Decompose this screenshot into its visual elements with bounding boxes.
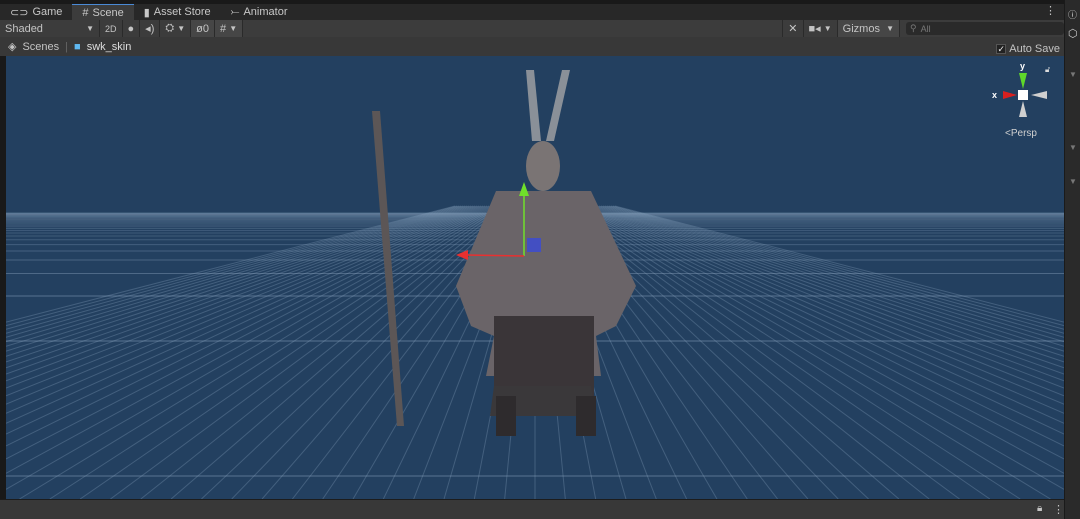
gizmos-dropdown[interactable]: Gizmos ▼	[837, 20, 900, 37]
staff-object	[372, 111, 404, 426]
lock-icon[interactable]: 🔓︎	[1045, 65, 1050, 75]
tab-asset-store[interactable]: ▮ Asset Store	[134, 4, 221, 20]
search-icon: ⚲	[910, 23, 917, 33]
character-model	[456, 70, 636, 436]
more-menu-icon[interactable]: ⋮	[1045, 4, 1064, 20]
breadcrumb-scenes[interactable]: Scenes	[22, 41, 59, 53]
tab-label: Game	[32, 6, 63, 18]
expand-arrow-icon[interactable]: ▼	[1069, 70, 1077, 79]
cube-icon[interactable]: ⬡	[1068, 27, 1080, 40]
inspector-strip: ⓘ ⬡ ▼ ▼ ▼	[1064, 0, 1080, 519]
scene-objects	[372, 70, 636, 436]
scene-toolbar: Shaded ▼ 2D ● ◂) ⛭ ▼ ø0 # ▼ ✕ ■◂ ▼ Gizmos…	[0, 20, 1064, 37]
chevron-down-icon: ▼	[886, 24, 894, 33]
2d-label: 2D	[105, 23, 117, 34]
tab-scene[interactable]: # Scene	[72, 4, 134, 20]
camera-dropdown[interactable]: ■◂ ▼	[804, 20, 838, 37]
tab-label: Animator	[243, 6, 288, 18]
effects-toggle[interactable]: ⛭ ▼	[160, 20, 192, 37]
bag-icon: ▮	[143, 6, 150, 19]
tab-bar: ⊂⊃ Game # Scene ▮ Asset Store ⤚ Animator ⋮	[0, 4, 1064, 20]
lock-icon[interactable]: 🔒︎	[1037, 503, 1042, 514]
more-menu-icon[interactable]: ⋮	[1053, 503, 1064, 516]
audio-toggle[interactable]: ◂)	[140, 20, 161, 37]
eye-slash-icon: ø	[196, 22, 203, 35]
bottom-panel-header: 🔒︎ ⋮	[0, 499, 1064, 519]
scene-viewport[interactable]: y x 🔓︎ <Persp	[6, 56, 1064, 499]
grid-icon: #	[220, 22, 227, 35]
projection-toggle[interactable]: <Persp	[1005, 128, 1037, 139]
tab-label: Scene	[92, 6, 124, 19]
shading-mode-label: Shaded	[5, 22, 43, 35]
tab-game[interactable]: ⊂⊃ Game	[0, 4, 72, 20]
2d-toggle[interactable]: 2D	[100, 20, 123, 37]
lighting-toggle[interactable]: ●	[123, 20, 141, 37]
camera-icon: ■◂	[808, 23, 821, 35]
tab-animator[interactable]: ⤚ Animator	[221, 4, 298, 20]
chevron-down-icon: ▼	[823, 24, 832, 33]
speaker-icon: ◂)	[145, 23, 155, 35]
chevron-down-icon: ▼	[229, 24, 238, 33]
grid-toggle[interactable]: # ▼	[215, 20, 244, 37]
auto-save-toggle[interactable]: ✓ Auto Save	[996, 43, 1064, 55]
hidden-count: 0	[202, 22, 210, 35]
gizmos-label: Gizmos	[842, 22, 880, 35]
separator: |	[65, 40, 69, 53]
breadcrumb: ◈ Scenes | ■ swk_skin ✓ Auto Save	[0, 37, 1064, 56]
breadcrumb-scene[interactable]: swk_skin	[87, 41, 132, 53]
checkbox-checked-icon: ✓	[996, 44, 1007, 54]
scene-visibility-toggle[interactable]: ø0	[191, 20, 216, 37]
lightbulb-icon: ●	[127, 22, 135, 35]
expand-arrow-icon[interactable]: ▼	[1069, 177, 1077, 186]
unity-icon: ◈	[8, 41, 17, 53]
chevron-down-icon: ▼	[177, 24, 186, 33]
effects-icon: ⛭	[165, 22, 175, 34]
chevron-down-icon: ▼	[86, 24, 94, 33]
search-input[interactable]: ⚲ All	[906, 22, 1064, 35]
prefab-cube-icon: ■	[74, 40, 81, 53]
animator-icon: ⤚	[230, 5, 240, 18]
info-icon[interactable]: ⓘ	[1068, 8, 1080, 21]
tools-button[interactable]: ✕	[782, 20, 804, 37]
search-placeholder: All	[920, 23, 931, 34]
axis-cones	[1003, 73, 1047, 117]
orientation-gizmo[interactable]: y x 🔓︎ <Persp	[981, 61, 1051, 151]
shading-mode-dropdown[interactable]: Shaded ▼	[0, 20, 100, 37]
gamepad-icon: ⊂⊃	[10, 6, 29, 19]
grid-icon: #	[82, 6, 89, 19]
projection-label: Persp	[1010, 128, 1037, 139]
tools-icon: ✕	[788, 23, 798, 35]
expand-arrow-icon[interactable]: ▼	[1069, 143, 1077, 152]
auto-save-label: Auto Save	[1009, 43, 1060, 55]
tab-label: Asset Store	[153, 6, 211, 18]
